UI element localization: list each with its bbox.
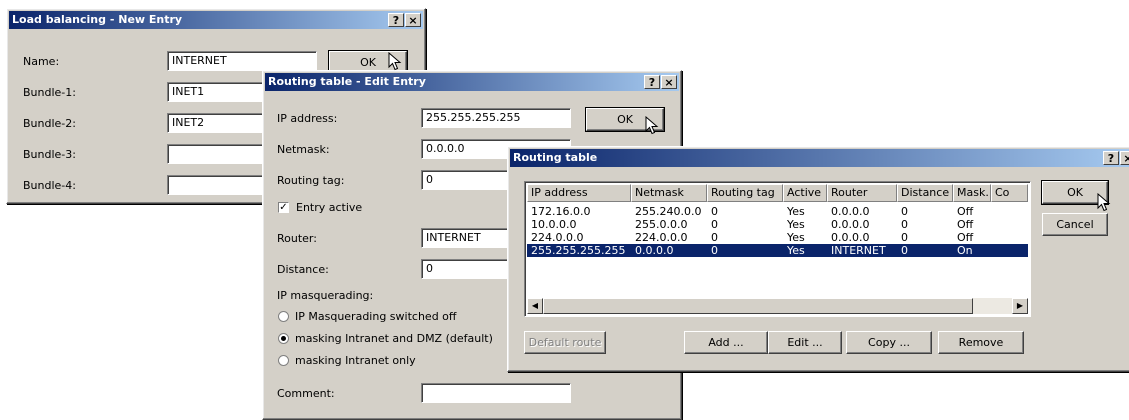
cell-router: INTERNET xyxy=(831,244,886,257)
column-header-router[interactable]: Router xyxy=(827,184,897,202)
distance-label: Distance: xyxy=(277,263,329,276)
copy-button[interactable]: Copy ... xyxy=(846,331,932,354)
table-row[interactable]: 172.16.0.0 255.240.0.0 0 Yes 0.0.0.0 0 O… xyxy=(527,205,1028,218)
cell-router: 0.0.0.0 xyxy=(831,231,870,244)
ip-address-label: IP address: xyxy=(277,112,338,125)
table-row[interactable]: 224.0.0.0 224.0.0.0 0 Yes 0.0.0.0 0 Off xyxy=(527,231,1028,244)
bundle1-label: Bundle-1: xyxy=(23,86,76,99)
cell-router: 0.0.0.0 xyxy=(831,218,870,231)
masq-intranet-radio[interactable] xyxy=(278,355,289,366)
column-header-ip[interactable]: IP address xyxy=(527,184,631,202)
cell-active: Yes xyxy=(787,218,805,231)
edit-button[interactable]: Edit ... xyxy=(768,331,842,354)
mouse-pointer-icon xyxy=(388,52,402,71)
cell-mask: Off xyxy=(957,218,974,231)
column-header-mask[interactable]: Mask. xyxy=(953,184,991,202)
table-row[interactable]: 10.0.0.0 255.0.0.0 0 Yes 0.0.0.0 0 Off xyxy=(527,218,1028,231)
load-balancing-titlebar[interactable]: Load balancing - New Entry ? × xyxy=(9,11,423,29)
scroll-right-icon[interactable]: ▶ xyxy=(1012,298,1028,314)
masquerading-label: IP masquerading: xyxy=(277,289,374,302)
dialog-title: Routing table xyxy=(513,151,598,164)
cell-routing-tag: 0 xyxy=(711,218,718,231)
mouse-pointer-icon xyxy=(645,116,659,135)
dialog-title: Routing table - Edit Entry xyxy=(268,75,426,88)
table-row-selected[interactable]: 255.255.255.255 0.0.0.0 0 Yes INTERNET 0… xyxy=(527,244,1028,257)
help-icon[interactable]: ? xyxy=(644,75,660,89)
cell-active: Yes xyxy=(787,205,805,218)
cell-active: Yes xyxy=(787,231,805,244)
name-label: Name: xyxy=(23,55,60,68)
routing-list[interactable]: IP address Netmask Routing tag Active Ro… xyxy=(524,181,1031,317)
entry-active-checkbox[interactable]: ✓ xyxy=(278,202,289,213)
scroll-left-icon[interactable]: ◀ xyxy=(527,298,543,314)
cell-distance: 0 xyxy=(901,231,908,244)
comment-field[interactable] xyxy=(421,383,571,403)
name-field[interactable]: INTERNET xyxy=(167,51,317,71)
cell-netmask: 0.0.0.0 xyxy=(635,244,674,257)
cell-active: Yes xyxy=(787,244,805,257)
netmask-label: Netmask: xyxy=(277,143,330,156)
router-label: Router: xyxy=(277,232,317,245)
column-header-distance[interactable]: Distance xyxy=(897,184,953,202)
cell-ip: 10.0.0.0 xyxy=(531,218,577,231)
remove-button[interactable]: Remove xyxy=(938,331,1024,354)
close-icon[interactable]: × xyxy=(405,13,421,27)
cell-ip: 255.255.255.255 xyxy=(531,244,626,257)
column-header-active[interactable]: Active xyxy=(783,184,827,202)
add-button[interactable]: Add ... xyxy=(684,331,768,354)
default-route-button[interactable]: Default route xyxy=(524,331,606,354)
comment-label: Comment: xyxy=(277,387,335,400)
cell-distance: 0 xyxy=(901,205,908,218)
column-header-comment[interactable]: Co xyxy=(991,184,1028,202)
masq-dmz-label: masking Intranet and DMZ (default) xyxy=(295,332,493,345)
bundle4-label: Bundle-4: xyxy=(23,179,76,192)
close-icon[interactable]: × xyxy=(1120,151,1129,165)
cancel-button[interactable]: Cancel xyxy=(1042,213,1108,236)
bundle2-label: Bundle-2: xyxy=(23,117,76,130)
horizontal-scrollbar[interactable]: ◀ ▶ xyxy=(527,298,1028,314)
cell-mask: Off xyxy=(957,231,974,244)
routing-tag-label: Routing tag: xyxy=(277,174,345,187)
routing-edit-titlebar[interactable]: Routing table - Edit Entry ? × xyxy=(265,73,679,91)
cell-netmask: 255.0.0.0 xyxy=(635,218,688,231)
bundle3-label: Bundle-3: xyxy=(23,148,76,161)
routing-table-dialog: Routing table ? × IP address Netmask Rou… xyxy=(507,146,1129,372)
cell-netmask: 255.240.0.0 xyxy=(635,205,702,218)
cell-routing-tag: 0 xyxy=(711,205,718,218)
column-header-routing-tag[interactable]: Routing tag xyxy=(707,184,783,202)
help-icon[interactable]: ? xyxy=(388,13,404,27)
cell-router: 0.0.0.0 xyxy=(831,205,870,218)
cell-mask: Off xyxy=(957,205,974,218)
cell-mask: On xyxy=(957,244,973,257)
ip-address-field[interactable]: 255.255.255.255 xyxy=(421,108,571,128)
help-icon[interactable]: ? xyxy=(1103,151,1119,165)
entry-active-label: Entry active xyxy=(296,201,363,214)
scrollbar-thumb[interactable] xyxy=(543,298,973,314)
cell-ip: 224.0.0.0 xyxy=(531,231,584,244)
masq-dmz-radio[interactable] xyxy=(278,333,289,344)
cell-routing-tag: 0 xyxy=(711,231,718,244)
dialog-title: Load balancing - New Entry xyxy=(12,13,183,26)
mouse-pointer-icon xyxy=(1097,193,1111,212)
cell-routing-tag: 0 xyxy=(711,244,718,257)
column-header-netmask[interactable]: Netmask xyxy=(631,184,707,202)
cell-netmask: 224.0.0.0 xyxy=(635,231,688,244)
cell-distance: 0 xyxy=(901,218,908,231)
cell-distance: 0 xyxy=(901,244,908,257)
masq-intranet-label: masking Intranet only xyxy=(295,354,416,367)
close-icon[interactable]: × xyxy=(661,75,677,89)
routing-table-titlebar[interactable]: Routing table ? × xyxy=(510,149,1129,167)
masq-off-radio[interactable] xyxy=(278,311,289,322)
cell-ip: 172.16.0.0 xyxy=(531,205,591,218)
masq-off-label: IP Masquerading switched off xyxy=(295,310,457,323)
